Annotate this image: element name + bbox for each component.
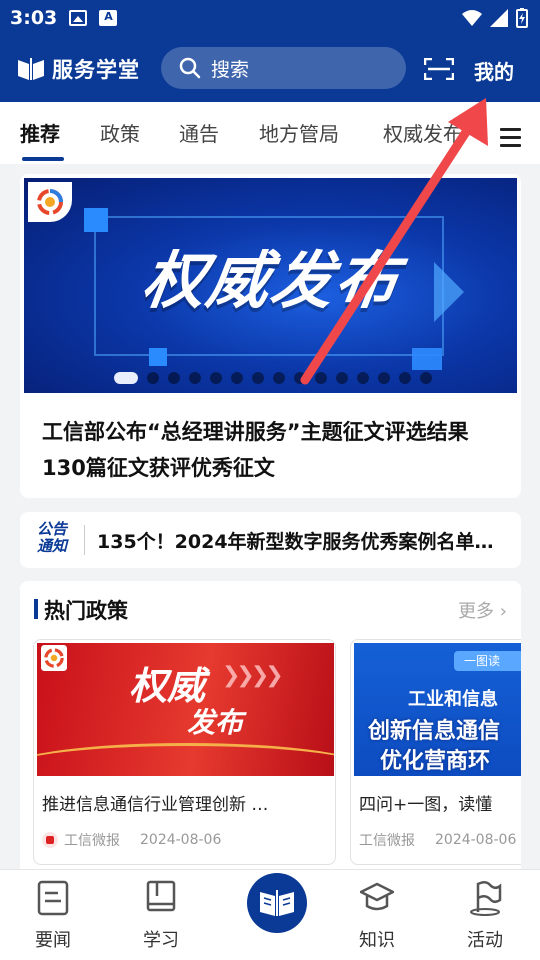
nav-news[interactable]: 要闻 — [13, 880, 93, 952]
tab-local-bureau[interactable]: 地方管局 — [259, 118, 339, 147]
banner-card[interactable]: 权威发布 工信部公布“总经理讲服务”主题征文评选结果 130篇征文获评优秀征文 — [20, 174, 521, 498]
policy-card-source: 工信微报 — [64, 833, 120, 849]
tab-recommend[interactable]: 推荐 — [20, 118, 60, 147]
nav-home[interactable] — [247, 873, 307, 933]
gallery-notification-icon — [69, 10, 88, 26]
carousel-dot[interactable] — [147, 372, 159, 384]
app-notification-icon — [99, 10, 118, 26]
banner-caption[interactable]: 工信部公布“总经理讲服务”主题征文评选结果 130篇征文获评优秀征文 — [42, 414, 502, 486]
policy-card-date: 2024-08-06 — [140, 832, 222, 848]
policy-card-title: 四问+一图，读懂 — [359, 795, 493, 815]
search-input[interactable]: 搜索 — [161, 47, 406, 89]
publisher-logo-icon — [41, 645, 67, 671]
carousel-dot[interactable] — [252, 372, 264, 384]
policy-card-image: ❯❯❯❯ 权威 发布 — [37, 643, 334, 776]
battery-icon — [516, 8, 528, 28]
publisher-badge — [28, 182, 72, 222]
tab-official-release[interactable]: 权威发布 — [383, 118, 463, 147]
menu-icon[interactable] — [500, 128, 521, 152]
carousel-dot[interactable] — [273, 372, 285, 384]
section-title: 热门政策 — [44, 599, 128, 623]
book-icon — [146, 880, 176, 912]
status-bar: 3:03 — [0, 0, 540, 36]
policy-card[interactable]: ❯❯❯❯ 权威 发布 推进信息通信行业管理创新 … 工信微报 2024-08-0… — [33, 639, 336, 865]
carousel-dot[interactable] — [357, 372, 369, 384]
search-icon — [179, 57, 201, 79]
flag-icon — [470, 881, 502, 916]
tab-policy[interactable]: 政策 — [100, 118, 140, 147]
wifi-icon — [462, 10, 482, 26]
signal-icon — [490, 9, 508, 27]
publisher-logo-icon — [37, 189, 63, 215]
carousel-dot[interactable] — [315, 372, 327, 384]
banner-image-title: 权威发布 — [138, 244, 405, 317]
carousel-dot[interactable] — [294, 372, 306, 384]
policy-card-date: 2024-08-06 — [435, 832, 517, 848]
graduation-cap-icon — [358, 882, 396, 911]
status-time: 3:03 — [10, 7, 58, 29]
bottom-navigation: 要闻 学习 知识 活动 — [0, 869, 540, 960]
chevron-right-icon: › — [499, 601, 507, 622]
policy-card-title: 推进信息通信行业管理创新 … — [42, 795, 269, 815]
mine-button[interactable]: 我的 — [474, 56, 514, 85]
active-tab-indicator — [22, 157, 64, 161]
app-name: 服务学堂 — [52, 58, 140, 82]
more-link[interactable]: 更多 › — [458, 597, 507, 623]
banner-image[interactable]: 权威发布 — [24, 178, 517, 393]
carousel-dot[interactable] — [378, 372, 390, 384]
hot-policy-section: 热门政策 更多 › ❯❯❯❯ 权威 发布 推进信息通信行业管理创新 … 工信微报… — [20, 581, 521, 881]
carousel-dot[interactable] — [210, 372, 222, 384]
nav-activity[interactable]: 活动 — [445, 880, 525, 952]
carousel-dot[interactable] — [336, 372, 348, 384]
source-icon — [42, 832, 58, 848]
carousel-dot[interactable] — [399, 372, 411, 384]
notice-bar[interactable]: 公告 通知 135个！2024年新型数字服务优秀案例名单公布 — [20, 512, 521, 568]
carousel-dot[interactable] — [168, 372, 180, 384]
policy-card-meta: 工信微报 2024-08-06 — [42, 830, 221, 850]
carousel-dot[interactable] — [420, 372, 432, 384]
policy-card-meta: 工信微报 2024-08-06 — [359, 830, 516, 850]
book-logo-icon — [18, 58, 44, 80]
app-logo: 服务学堂 — [16, 54, 140, 84]
nav-knowledge[interactable]: 知识 — [337, 880, 417, 952]
open-book-icon — [260, 890, 294, 916]
tab-fade — [452, 102, 502, 162]
scan-icon[interactable] — [424, 58, 454, 80]
app-header: 服务学堂 搜索 我的 — [0, 36, 540, 102]
nav-study[interactable]: 学习 — [121, 880, 201, 952]
search-placeholder: 搜索 — [211, 58, 250, 81]
category-tabs: 推荐 政策 通告 地方管局 权威发布 — [0, 102, 540, 164]
news-icon — [37, 880, 69, 916]
tab-announcement[interactable]: 通告 — [179, 118, 219, 147]
policy-card-source: 工信微报 — [359, 833, 415, 849]
notice-text[interactable]: 135个！2024年新型数字服务优秀案例名单公布 — [97, 527, 497, 554]
carousel-dot[interactable] — [114, 372, 138, 384]
policy-card[interactable]: 一图读 工业和信息 创新信息通信 优化营商环 四问+一图，读懂 工信微报 202… — [350, 639, 521, 865]
policy-card-image: 一图读 工业和信息 创新信息通信 优化营商环 — [354, 643, 521, 776]
carousel-dot[interactable] — [231, 372, 243, 384]
carousel-dot[interactable] — [189, 372, 201, 384]
carousel-dots[interactable] — [114, 372, 432, 384]
notice-tag: 公告 通知 — [36, 520, 67, 555]
